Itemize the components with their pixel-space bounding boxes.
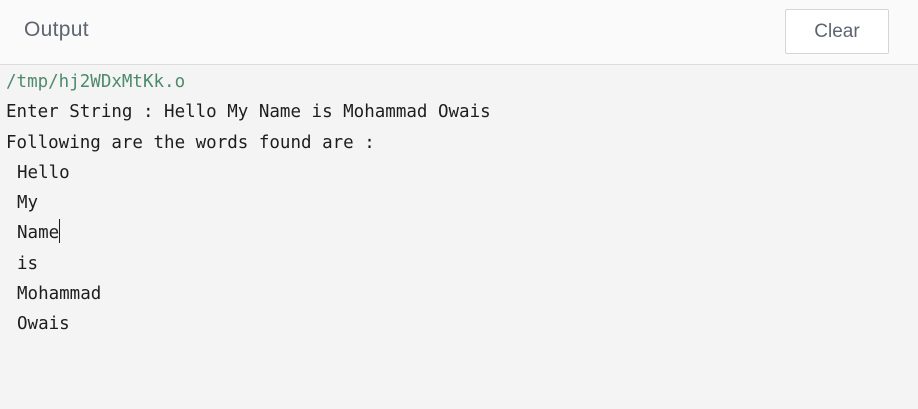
word-line: Mohammad bbox=[6, 279, 910, 309]
output-panel: Output Clear /tmp/hj2WDxMtKk.o Enter Str… bbox=[0, 0, 918, 409]
prompt-line: Enter String : Hello My Name is Mohammad… bbox=[6, 102, 491, 123]
word-line: Hello bbox=[6, 158, 910, 188]
result-heading: Following are the words found are : bbox=[6, 132, 375, 153]
output-title: Output bbox=[24, 18, 89, 41]
word-text: Name bbox=[17, 223, 60, 244]
word-line: My bbox=[6, 188, 910, 218]
word-text: Hello bbox=[17, 162, 70, 183]
word-line: Name bbox=[6, 218, 910, 248]
word-line: is bbox=[6, 249, 910, 279]
text-cursor bbox=[59, 219, 61, 244]
console-output[interactable]: /tmp/hj2WDxMtKk.o Enter String : Hello M… bbox=[6, 67, 910, 340]
executable-path: /tmp/hj2WDxMtKk.o bbox=[6, 72, 186, 92]
word-text: Owais bbox=[17, 314, 70, 335]
word-text: is bbox=[17, 253, 39, 274]
clear-button[interactable]: Clear bbox=[785, 9, 889, 54]
word-text: My bbox=[17, 193, 39, 214]
output-header: Output Clear bbox=[0, 0, 918, 65]
word-line: Owais bbox=[6, 309, 910, 339]
word-text: Mohammad bbox=[17, 284, 102, 305]
